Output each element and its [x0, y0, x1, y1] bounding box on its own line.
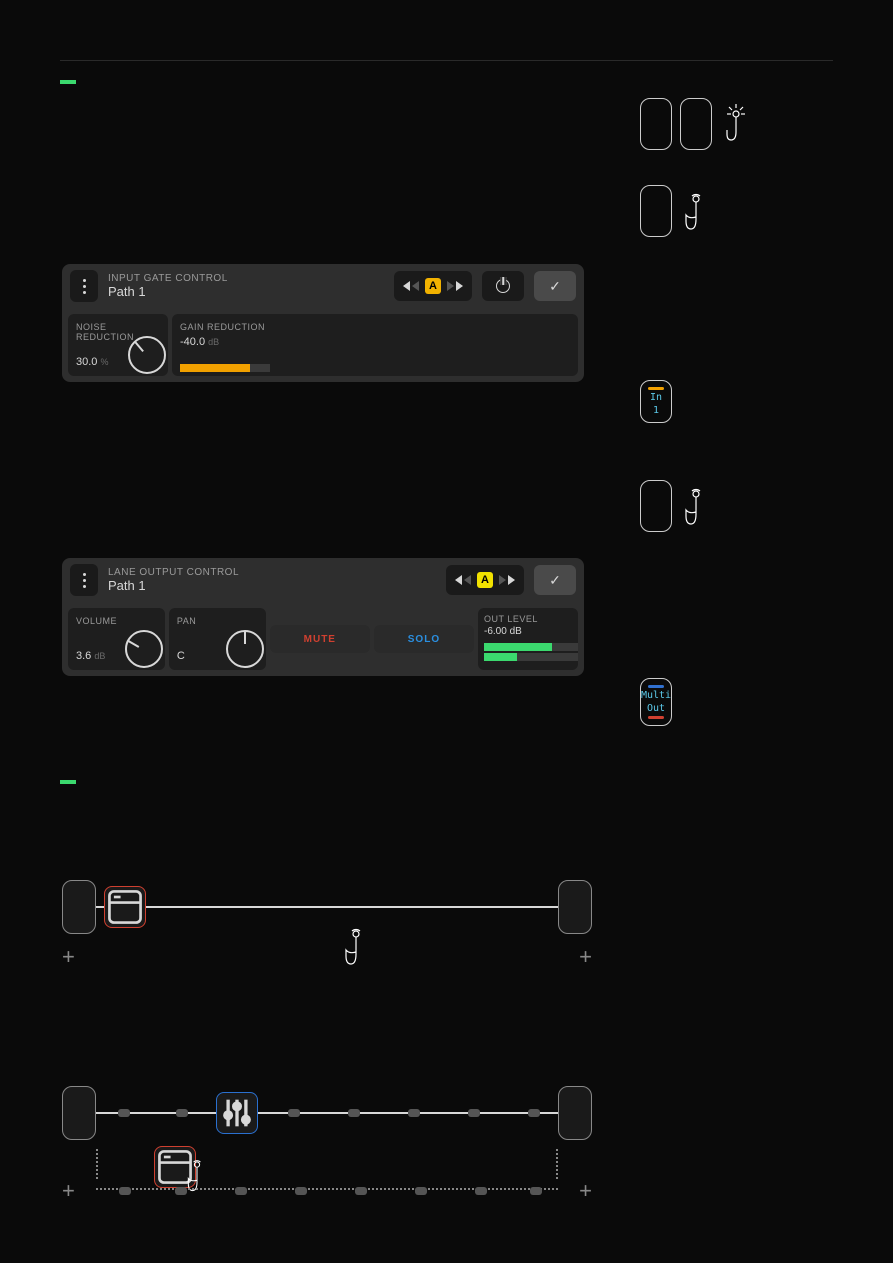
- noise-reduction-value: 30.0 %: [76, 356, 109, 368]
- prev-shadow-icon: [464, 575, 471, 585]
- lane-segment: [96, 1112, 216, 1114]
- nav-group[interactable]: A: [446, 565, 524, 595]
- out-level-value: -6.00 dB: [484, 626, 572, 637]
- add-right-button[interactable]: +: [579, 944, 592, 970]
- out-level-meters: [484, 643, 572, 661]
- check-icon: [549, 572, 561, 589]
- panel-path: Path 1: [108, 284, 384, 299]
- panel-label: LANE OUTPUT CONTROL: [108, 567, 436, 578]
- lane-end-node-2[interactable]: [558, 1086, 592, 1140]
- slot-button-2[interactable]: [680, 98, 712, 150]
- power-icon: [496, 279, 510, 293]
- volume-label: VOLUME: [76, 616, 157, 626]
- nav-group[interactable]: A: [394, 271, 472, 301]
- pan-label: PAN: [177, 616, 258, 626]
- next-icon: [508, 575, 515, 585]
- next-shadow-icon: [447, 281, 454, 291]
- add-right-button-2[interactable]: +: [579, 1178, 592, 1204]
- lane-module-red[interactable]: [104, 886, 146, 928]
- prev-shadow-icon: [412, 281, 419, 291]
- out-level-label: OUT LEVEL: [484, 614, 572, 624]
- panel-path: Path 1: [108, 578, 436, 593]
- section-marker-2: [60, 780, 76, 784]
- lane-start-node-2[interactable]: [62, 1086, 96, 1140]
- panel-label: INPUT GATE CONTROL: [108, 273, 384, 284]
- next-icon: [456, 281, 463, 291]
- add-left-button-2[interactable]: +: [62, 1178, 75, 1204]
- lane-dotted-line: [96, 1188, 558, 1190]
- lane-segment-right: [258, 1112, 558, 1114]
- next-shadow-icon: [499, 575, 506, 585]
- tap-icon: [680, 185, 712, 237]
- volume-value: 3.6 dB: [76, 650, 105, 662]
- tap-icon: [184, 1158, 210, 1192]
- in-badge[interactable]: In 1: [640, 380, 672, 423]
- solo-button[interactable]: SOLO: [374, 625, 474, 653]
- gain-reduction-label: GAIN REDUCTION: [180, 322, 570, 332]
- menu-dots-button[interactable]: [70, 270, 98, 302]
- lane-output-panel: LANE OUTPUT CONTROL Path 1 A VOLUME 3.6 …: [62, 558, 584, 676]
- a-button[interactable]: A: [477, 572, 493, 588]
- tap-burst-icon: [720, 98, 752, 150]
- lane-start-node[interactable]: [62, 880, 96, 934]
- prev-icon: [455, 575, 462, 585]
- menu-dots-button[interactable]: [70, 564, 98, 596]
- confirm-button[interactable]: [534, 271, 576, 301]
- prev-icon: [403, 281, 410, 291]
- slot-button-4[interactable]: [640, 480, 672, 532]
- slot-button-1[interactable]: [640, 98, 672, 150]
- gain-reduction-meter: [180, 364, 270, 372]
- section-marker: [60, 80, 76, 84]
- lane-end-node[interactable]: [558, 880, 592, 934]
- multi-out-badge[interactable]: Multi Out: [640, 678, 672, 726]
- add-left-button[interactable]: +: [62, 944, 75, 970]
- input-gate-panel: INPUT GATE CONTROL Path 1 A NOISE REDUCT…: [62, 264, 584, 382]
- pan-value: C: [177, 650, 185, 662]
- a-button[interactable]: A: [425, 278, 441, 294]
- noise-reduction-knob[interactable]: [128, 336, 166, 374]
- lane-line: [146, 906, 558, 908]
- lane-module-blue[interactable]: [216, 1092, 258, 1134]
- slot-button-3[interactable]: [640, 185, 672, 237]
- tap-icon: [340, 920, 372, 972]
- power-button[interactable]: [482, 271, 524, 301]
- pan-knob[interactable]: [226, 630, 264, 668]
- check-icon: [549, 278, 561, 295]
- volume-knob[interactable]: [125, 630, 163, 668]
- gain-reduction-value: -40.0 dB: [180, 336, 570, 348]
- mute-button[interactable]: MUTE: [270, 625, 370, 653]
- tap-icon: [680, 480, 712, 532]
- confirm-button[interactable]: [534, 565, 576, 595]
